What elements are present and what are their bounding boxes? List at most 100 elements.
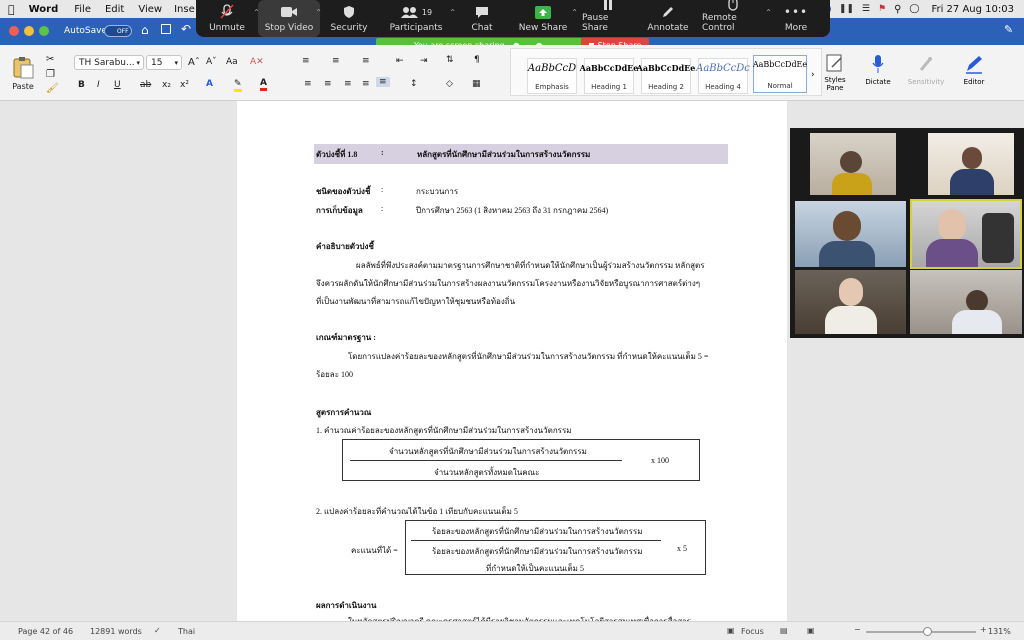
security-button[interactable]: Security bbox=[320, 0, 378, 37]
shading-icon[interactable]: ◇ bbox=[446, 79, 453, 89]
align-center-icon[interactable]: ≡ bbox=[324, 79, 332, 89]
security-label: Security bbox=[330, 23, 368, 33]
more-button[interactable]: ••• More bbox=[770, 0, 822, 37]
subscript-button[interactable]: x₂ bbox=[162, 80, 171, 90]
participant-video-6[interactable] bbox=[910, 270, 1022, 334]
style-emphasis[interactable]: AaBbCcD Emphasis bbox=[527, 58, 577, 94]
dictate-button[interactable]: Dictate bbox=[858, 54, 898, 86]
shrink-font-icon[interactable]: Aˇ bbox=[206, 57, 217, 67]
search-icon[interactable]: ⚲ bbox=[894, 4, 901, 15]
editor-button[interactable]: Editor bbox=[956, 54, 992, 86]
style-heading-4[interactable]: AaBbCcDc Heading 4 bbox=[696, 58, 750, 94]
underline-button[interactable]: U bbox=[114, 80, 121, 90]
increase-indent-icon[interactable]: ⇥ bbox=[420, 56, 428, 66]
format-painter-icon[interactable]: 🖌 bbox=[46, 83, 59, 94]
line-spacing-icon[interactable]: ↕ bbox=[410, 79, 418, 89]
unmute-button[interactable]: Unmute ⌃ bbox=[196, 0, 260, 37]
menu-clock[interactable]: Fri 27 Aug 10:03 bbox=[931, 4, 1014, 15]
styles-pane-label: Styles Pane bbox=[824, 76, 846, 92]
flag-icon[interactable]: ⚑ bbox=[878, 4, 886, 14]
zoom-out-button[interactable]: − bbox=[854, 625, 861, 634]
zoom-slider-thumb[interactable] bbox=[922, 627, 932, 636]
style-preview: AaBbCcDc bbox=[696, 63, 750, 74]
style-heading-2[interactable]: AaBbCcDdEe Heading 2 bbox=[637, 58, 695, 94]
font-color-icon[interactable]: A bbox=[260, 78, 267, 91]
formula-heading: สูตรการคำนวณ bbox=[316, 408, 372, 417]
menu-file[interactable]: File bbox=[74, 4, 91, 15]
word-count[interactable]: 12891 words bbox=[90, 627, 142, 636]
align-right-icon[interactable]: ≡ bbox=[344, 79, 352, 89]
save-icon[interactable] bbox=[161, 24, 171, 34]
participant-video-5[interactable] bbox=[795, 270, 906, 334]
style-heading-1[interactable]: AaBbCcDdEe Heading 1 bbox=[580, 58, 638, 94]
minimize-window-button[interactable] bbox=[24, 26, 34, 36]
focus-button[interactable]: Focus bbox=[741, 627, 764, 636]
clear-format-icon[interactable]: A✕ bbox=[250, 57, 264, 67]
language[interactable]: Thai bbox=[178, 627, 195, 636]
maximize-window-button[interactable] bbox=[39, 26, 49, 36]
style-normal[interactable]: AaBbCcDdEe Normal bbox=[753, 55, 807, 93]
change-case-icon[interactable]: Aa bbox=[226, 57, 238, 67]
text-effects-icon[interactable]: A bbox=[206, 79, 213, 89]
participant-video-4[interactable] bbox=[910, 199, 1022, 269]
highlight-icon[interactable]: ✎ bbox=[234, 79, 242, 92]
home-icon[interactable]: ⌂ bbox=[141, 23, 149, 37]
distributed-icon[interactable]: ≡ bbox=[376, 77, 390, 87]
proofing-icon[interactable]: ✓ bbox=[154, 626, 161, 635]
superscript-button[interactable]: x² bbox=[180, 80, 189, 90]
wifi-icon[interactable]: ☰ bbox=[862, 4, 870, 14]
copy-icon[interactable]: ❐ bbox=[46, 69, 55, 80]
numbering-icon[interactable]: ≡ bbox=[332, 56, 340, 66]
paste-button[interactable]: Paste bbox=[8, 55, 38, 95]
italic-button[interactable]: I bbox=[97, 80, 100, 90]
decrease-indent-icon[interactable]: ⇤ bbox=[396, 56, 404, 66]
participant-video-1[interactable] bbox=[810, 133, 896, 195]
justify-icon[interactable]: ≡ bbox=[362, 79, 370, 89]
align-left-icon[interactable]: ≡ bbox=[304, 79, 312, 89]
control-center-icon[interactable]: ◯ bbox=[909, 4, 919, 14]
styles-pane-button[interactable]: Styles Pane bbox=[820, 54, 850, 92]
multilevel-list-icon[interactable]: ≡ bbox=[362, 56, 370, 66]
menu-view[interactable]: View bbox=[138, 4, 162, 15]
zoom-percent[interactable]: 131% bbox=[988, 627, 1011, 636]
apple-icon[interactable]:  bbox=[8, 3, 15, 16]
menu-insert[interactable]: Inse bbox=[174, 4, 195, 15]
focus-icon[interactable]: ▣ bbox=[727, 626, 735, 635]
print-layout-icon[interactable]: ▤ bbox=[780, 626, 788, 635]
formula-2-multiplier: x 5 bbox=[677, 544, 687, 553]
zoom-slider[interactable] bbox=[866, 627, 976, 636]
document-page[interactable]: ตัวบ่งชี้ที่ 1.8 : หลักสูตรที่นักศึกษามี… bbox=[237, 101, 787, 626]
cut-icon[interactable]: ✂ bbox=[46, 54, 54, 65]
sort-icon[interactable]: ⇅ bbox=[446, 55, 454, 65]
pause-share-button[interactable]: Pause Share bbox=[576, 0, 640, 37]
participant-video-3[interactable] bbox=[795, 201, 906, 267]
styles-more-chevron-icon[interactable]: › bbox=[811, 70, 815, 80]
annotate-button[interactable]: Annotate bbox=[640, 0, 696, 37]
close-window-button[interactable] bbox=[9, 26, 19, 36]
show-formatting-icon[interactable]: ¶ bbox=[474, 55, 480, 65]
autosave-toggle[interactable]: OFF bbox=[104, 25, 132, 37]
bullets-icon[interactable]: ≡ bbox=[302, 56, 310, 66]
video-gallery[interactable] bbox=[790, 128, 1024, 338]
share-icon[interactable]: ✎ bbox=[1004, 23, 1013, 36]
zoom-in-button[interactable]: + bbox=[980, 625, 987, 634]
stop-video-button[interactable]: Stop Video ⌃ bbox=[258, 0, 322, 37]
grow-font-icon[interactable]: Aˆ bbox=[188, 57, 200, 68]
participant-video-2[interactable] bbox=[928, 133, 1014, 195]
remote-control-button[interactable]: Remote Control ⌃ bbox=[696, 0, 772, 37]
borders-icon[interactable]: ▦ bbox=[472, 79, 481, 89]
chat-button[interactable]: Chat bbox=[454, 0, 510, 37]
web-layout-icon[interactable]: ▣ bbox=[807, 626, 815, 635]
page-count[interactable]: Page 42 of 46 bbox=[18, 627, 73, 636]
menu-app-name[interactable]: Word bbox=[29, 4, 59, 15]
strikethrough-button[interactable]: ab bbox=[140, 80, 151, 90]
participants-button[interactable]: 19 Participants ⌃ bbox=[378, 0, 456, 37]
font-size-select[interactable]: 15 ▾ bbox=[146, 55, 182, 70]
bold-button[interactable]: B bbox=[78, 80, 85, 90]
undo-icon[interactable]: ↶ bbox=[181, 22, 191, 36]
sensitivity-button[interactable]: Sensitivity bbox=[902, 54, 950, 86]
pause-status-icon[interactable]: ❚❚ bbox=[839, 4, 854, 14]
new-share-button[interactable]: New Share ⌃ bbox=[510, 0, 578, 37]
menu-edit[interactable]: Edit bbox=[105, 4, 124, 15]
font-name-select[interactable]: TH Sarabu... ▾ bbox=[74, 55, 144, 70]
